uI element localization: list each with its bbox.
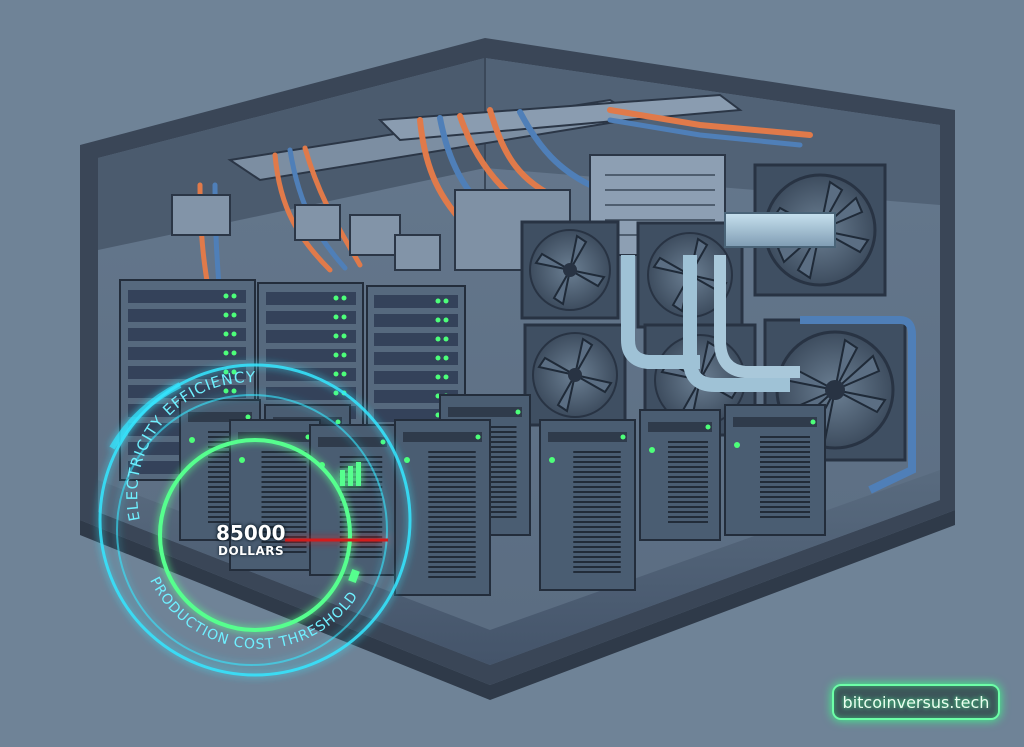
watermark-badge: bitcoinversus.tech — [832, 684, 1000, 720]
gauge-value: 85000 — [216, 521, 286, 545]
illustration-stage: ELECTRICITY EFFICIENCY PRODUCTION COST T… — [0, 0, 1024, 747]
watermark-text: bitcoinversus.tech — [842, 692, 990, 712]
mining-facility-illustration: ELECTRICITY EFFICIENCY PRODUCTION COST T… — [80, 38, 955, 700]
gauge-unit: DOLLARS — [218, 544, 285, 558]
